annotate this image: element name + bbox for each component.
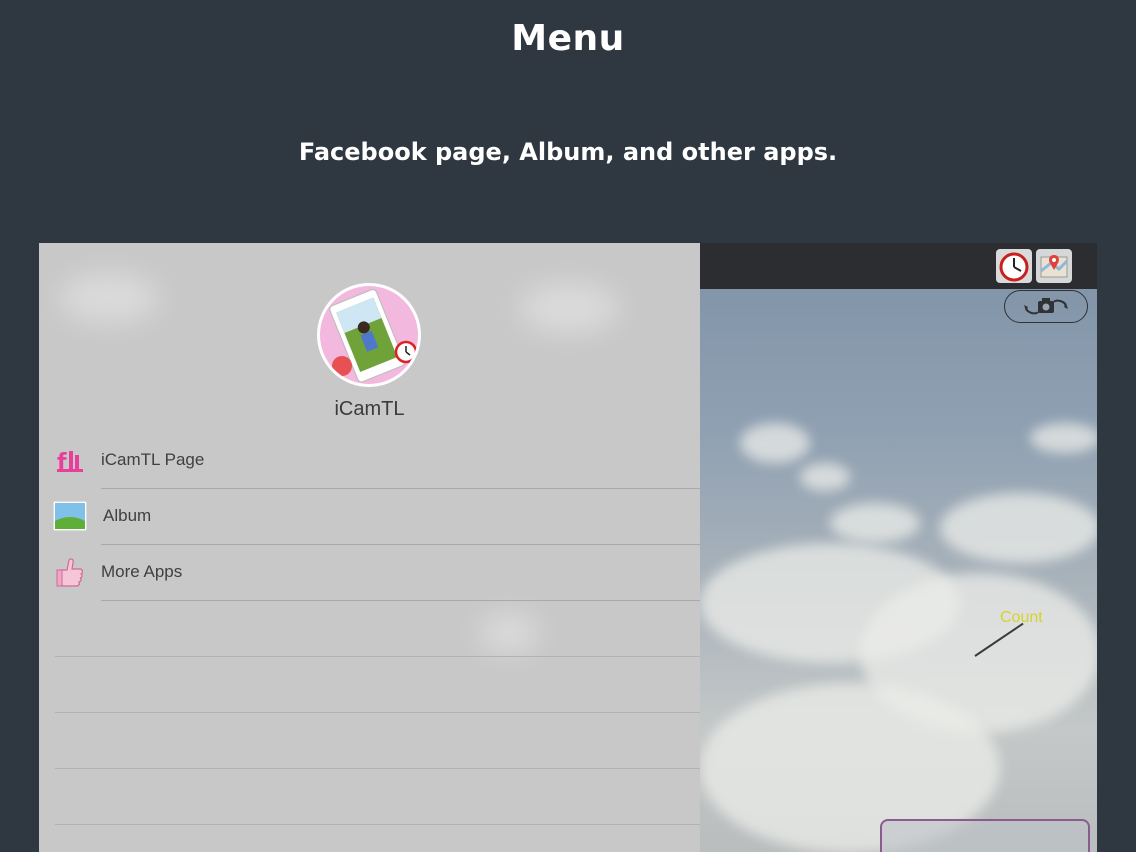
side-menu-drawer: iCamTL f iCamTL Page Album More Apps <box>39 243 700 852</box>
album-photo-icon <box>53 499 87 533</box>
device-screenshot: Count iCamTL f iCamTL Page Album More Ap… <box>39 243 1097 852</box>
facebook-page-icon: f <box>53 443 87 477</box>
menu-item-more-apps[interactable]: More Apps <box>39 545 700 601</box>
menu-item-label: iCamTL Page <box>101 450 205 469</box>
app-name-label: iCamTL <box>334 398 405 420</box>
camera-toolbar <box>700 243 1097 289</box>
menu-item-label: Album <box>103 506 152 525</box>
map-pin-icon[interactable] <box>1036 249 1072 283</box>
menu-empty-row <box>39 657 700 713</box>
switch-camera-icon[interactable] <box>1004 290 1088 323</box>
menu-empty-row <box>39 601 700 657</box>
menu-empty-row <box>39 713 700 769</box>
menu-list: f iCamTL Page Album More Apps <box>39 433 700 825</box>
promo-title: Menu <box>511 18 625 59</box>
map-thumbnail[interactable] <box>880 819 1090 852</box>
promo-subtitle: Facebook page, Album, and other apps. <box>298 138 838 166</box>
menu-empty-row <box>39 769 700 825</box>
clock-icon[interactable] <box>996 249 1032 283</box>
app-logo-avatar[interactable] <box>317 283 421 387</box>
camera-preview: Count <box>700 243 1097 852</box>
menu-item-icamtl-page[interactable]: f iCamTL Page <box>39 433 700 489</box>
thumbs-up-icon <box>53 555 87 589</box>
menu-item-label: More Apps <box>101 562 183 581</box>
menu-item-album[interactable]: Album <box>39 489 700 545</box>
